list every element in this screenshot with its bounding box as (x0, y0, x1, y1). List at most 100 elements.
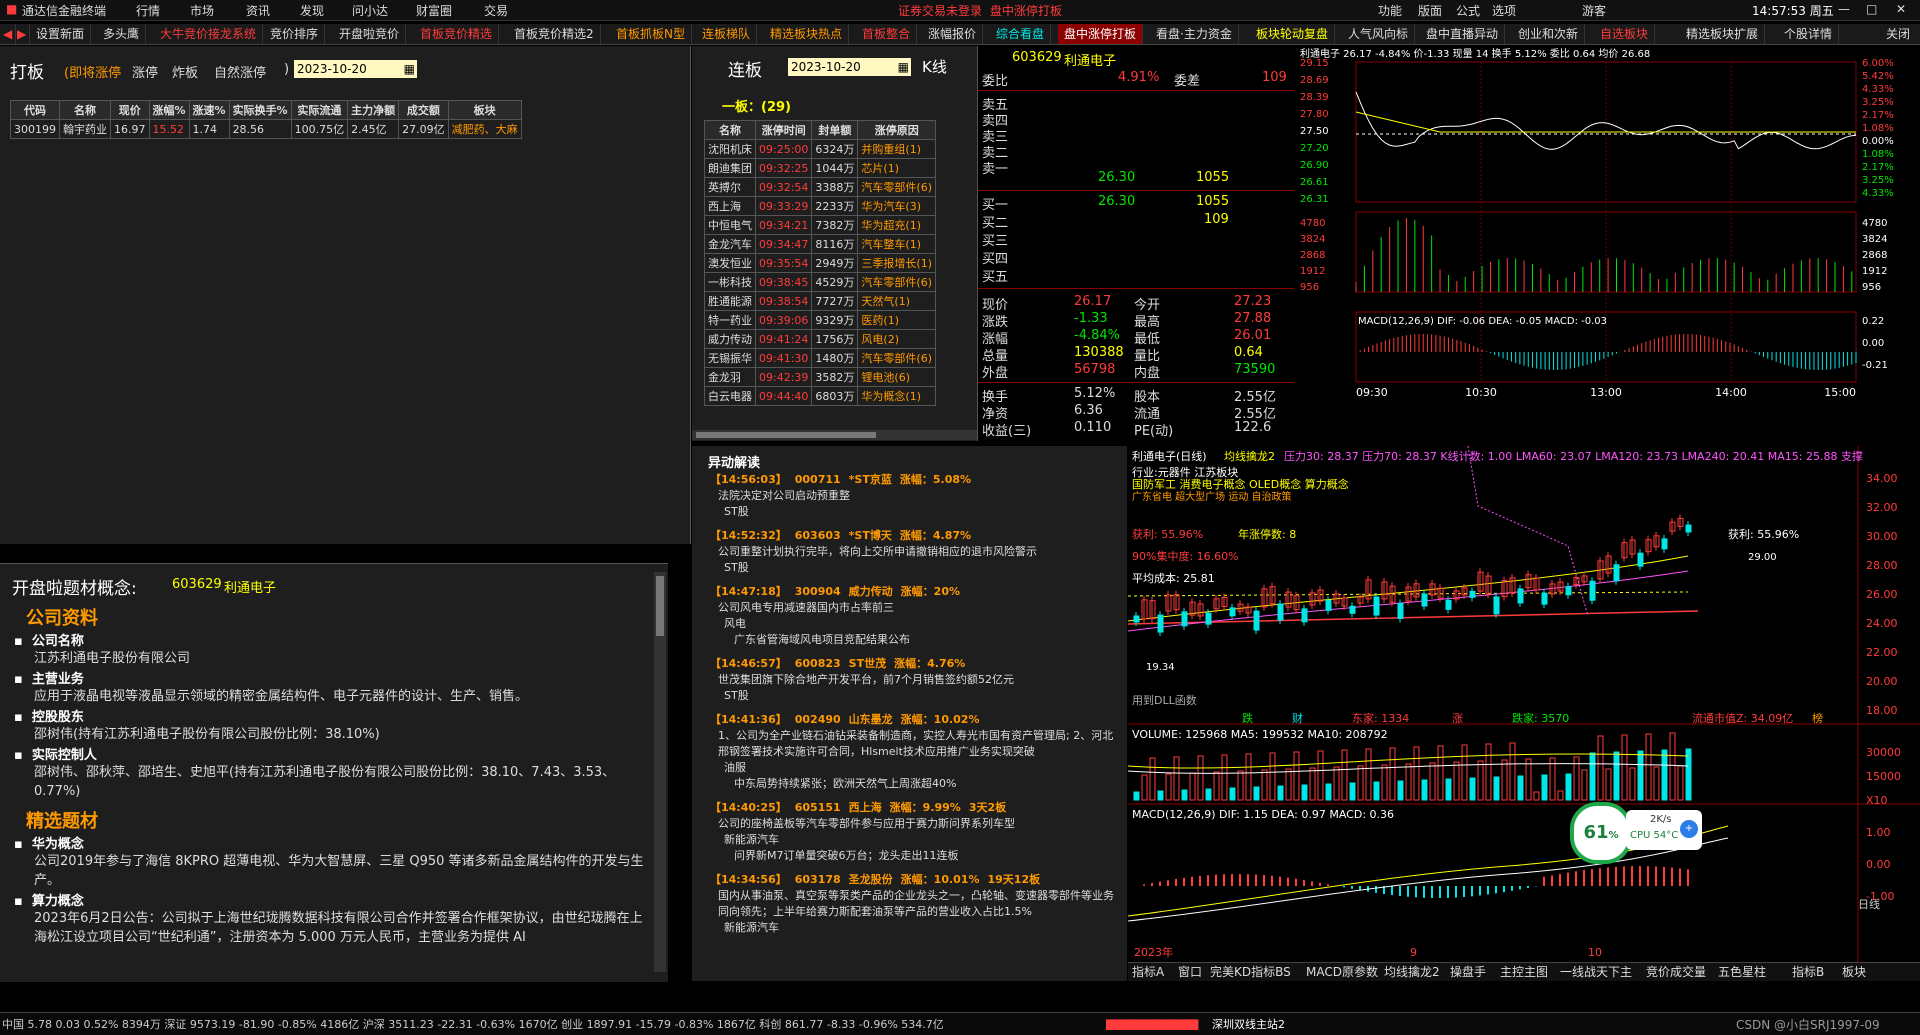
table-row[interactable]: 特一药业 09:39:06 9329万 医药(1) (704, 310, 936, 330)
tab-20[interactable]: 精选板块扩展 (1680, 24, 1766, 44)
cpu-gauge[interactable]: 61% (1570, 802, 1632, 864)
btab-0[interactable]: 指标A (1132, 963, 1164, 981)
list-item[interactable]: 【14:52:32】 603603 *ST博天 涨幅：4.87% 公司重整计划执行完毕，… (710, 528, 1120, 576)
tab-7[interactable]: 首板抓板N型 (610, 24, 692, 44)
menu-faxian[interactable]: 发现 (300, 2, 324, 19)
server-link[interactable]: 深圳双线主站2 (1212, 1016, 1285, 1032)
tab-9[interactable]: 精选板块热点 (764, 24, 850, 44)
col-reason[interactable]: 涨停原因 (857, 120, 936, 140)
lianban-hscroll[interactable] (692, 430, 977, 440)
col-amount[interactable]: 成交额 (398, 100, 449, 120)
plus-icon[interactable]: + (1680, 820, 1698, 838)
tab-4[interactable]: 开盘啦竞价 (333, 24, 407, 44)
calendar-icon[interactable]: ▦ (898, 58, 909, 76)
tab-16[interactable]: 人气风向标 (1342, 24, 1416, 44)
menu-gongneng[interactable]: 功能 (1378, 2, 1402, 19)
opt-zhaban[interactable]: 炸板 (172, 62, 198, 81)
list-item[interactable]: 【14:47:18】 300904 威力传动 涨幅：20% 公司风电专用减速器国内市占率… (710, 584, 1120, 648)
tab-close[interactable]: 关闭 (1880, 24, 1916, 44)
menu-wenxiaoda[interactable]: 问小达 (352, 2, 388, 19)
col-rise[interactable]: 涨幅% (148, 100, 190, 120)
table-row[interactable]: 一彬科技 09:38:45 4529万 汽车零部件(6) (704, 272, 936, 292)
menu-xuanxiang[interactable]: 选项 (1492, 2, 1516, 19)
list-item[interactable]: 【14:41:36】 002490 山东墨龙 涨幅：10.02% 1、公司为全产业链石油… (710, 712, 1120, 792)
tab-21[interactable]: 个股详情 (1778, 24, 1840, 44)
lianban-date-input[interactable]: 2023-10-20 ▦ (788, 58, 911, 76)
list-item[interactable]: 【14:56:03】 000711 *ST京蓝 涨幅：5.08% 法院决定对公司启动预重… (710, 472, 1120, 520)
tab-12[interactable]: 综合看盘 (990, 24, 1052, 44)
table-row[interactable]: 金龙羽 09:42:39 3582万 锂电池(6) (704, 367, 936, 387)
table-row[interactable]: 沈阳机床 09:25:00 6324万 并购重组(1) (704, 139, 936, 159)
scroll-thumb[interactable] (696, 432, 876, 438)
btab-3[interactable]: MACD原参数 (1306, 963, 1378, 981)
btab-6[interactable]: 主控主图 (1500, 963, 1548, 981)
col-sector[interactable]: 板块 (447, 100, 522, 120)
table-row[interactable]: 西上海 09:33:29 2233万 华为汽车(3) (704, 196, 936, 216)
tab-14[interactable]: 看盘·主力资金 (1150, 24, 1239, 44)
col-turnover[interactable]: 实际换手% (228, 100, 292, 120)
table-row[interactable]: 胜通能源 09:38:54 7727万 天然气(1) (704, 291, 936, 311)
tab-next-icon[interactable]: ▶ (14, 24, 31, 44)
opt-zhangting[interactable]: 涨停 (132, 62, 158, 81)
btab-4[interactable]: 均线擒龙2 (1384, 963, 1440, 981)
col-speed[interactable]: 涨速% (188, 100, 230, 120)
btab-8[interactable]: 竞价成交量 (1646, 963, 1706, 981)
table-row[interactable]: 澳发恒业 09:35:54 2949万 三季报增长(1) (704, 253, 936, 273)
list-item[interactable]: 【14:34:56】 603178 圣龙股份 涨幅：10.01% 19天12板 国内从事油… (710, 872, 1120, 936)
table-row[interactable]: 300199 翰宇药业 16.97 15.52 1.74 28.56 100.7… (10, 119, 522, 139)
table-row[interactable]: 中恒电气 09:34:21 7382万 华为超充(1) (704, 215, 936, 235)
tab-6[interactable]: 首板竞价精选2 (508, 24, 601, 44)
menu-gongshi[interactable]: 公式 (1456, 2, 1480, 19)
table-row[interactable]: 金龙汽车 09:34:47 8116万 汽车整车(1) (704, 234, 936, 254)
user-label[interactable]: 游客 (1582, 2, 1606, 19)
btab-7[interactable]: 一线战天下主 (1560, 963, 1632, 981)
tab-5[interactable]: 首板竞价精选 (414, 24, 500, 44)
minimize-icon[interactable]: — (1838, 2, 1850, 16)
tab-8[interactable]: 连板梯队 (696, 24, 758, 44)
menu-hangqing[interactable]: 行情 (136, 2, 160, 19)
maximize-icon[interactable]: □ (1866, 2, 1877, 16)
table-row[interactable]: 白云电器 09:44:40 6803万 华为概念(1) (704, 386, 936, 406)
tab-11[interactable]: 涨幅报价 (922, 24, 984, 44)
btab-2[interactable]: 完美KD指标BS (1210, 963, 1291, 981)
col-seal[interactable]: 封单额 (811, 120, 859, 140)
kline-button[interactable]: K线 (922, 56, 947, 77)
col-time[interactable]: 涨停时间 (754, 120, 813, 140)
list-item[interactable]: 【14:46:57】 600823 ST世茂 涨幅：4.76% 世茂集团旗下除合地产开发… (710, 656, 1120, 704)
menu-caifuquan[interactable]: 财富圈 (416, 2, 452, 19)
kline-indicator[interactable]: 均线擒龙2 (1224, 448, 1275, 464)
tab-19[interactable]: 自选板块 (1594, 24, 1656, 44)
table-row[interactable]: 威力传动 09:41:24 1756万 风电(2) (704, 329, 936, 349)
col-float[interactable]: 实际流通 (290, 100, 349, 120)
col-name[interactable]: 名称 (59, 100, 111, 120)
period-label[interactable]: 日线 (1858, 896, 1880, 912)
tab-3[interactable]: 竞价排序 (264, 24, 326, 44)
kline-panel[interactable]: 34.00 32.00 30.00 28.00 26.00 24.00 22.00 20.00… (1127, 445, 1920, 981)
table-row[interactable]: 英搏尔 09:32:54 3388万 汽车零部件(6) (704, 177, 936, 197)
calendar-icon[interactable]: ▦ (404, 60, 415, 78)
menu-shichang[interactable]: 市场 (190, 2, 214, 19)
menu-banmian[interactable]: 版面 (1418, 2, 1442, 19)
col-code[interactable]: 代码 (10, 100, 60, 120)
col-price[interactable]: 现价 (110, 100, 150, 120)
tab-2[interactable]: 大牛竞价接龙系统 (154, 24, 264, 44)
btab-9[interactable]: 五色星柱 (1718, 963, 1766, 981)
btab-5[interactable]: 操盘手 (1450, 963, 1486, 981)
opt-ziran[interactable]: 自然涨停 (214, 62, 266, 81)
btab-10[interactable]: 指标B (1792, 963, 1824, 981)
scroll-thumb[interactable] (656, 576, 664, 636)
daban-subtitle[interactable]: (即将涨停 (64, 62, 121, 81)
close-icon[interactable]: ✕ (1896, 2, 1906, 16)
intraday-chart[interactable]: 利通电子 26.17 -4.84% 价-1.33 现量 14 换手 5.12% … (1296, 46, 1920, 441)
tab-18[interactable]: 创业和次新 (1512, 24, 1586, 44)
tab-15[interactable]: 板块轮动复盘 (1250, 24, 1336, 44)
login-notice[interactable]: 证券交易未登录 (898, 2, 982, 19)
tab-17[interactable]: 盘中直播异动 (1420, 24, 1506, 44)
btab-1[interactable]: 窗口 (1178, 963, 1202, 981)
btab-11[interactable]: 板块 (1842, 963, 1866, 981)
col-mainflow[interactable]: 主力净额 (347, 100, 400, 120)
tab-1[interactable]: 多头鹰 (97, 24, 147, 44)
menu-zixun[interactable]: 资讯 (246, 2, 270, 19)
table-row[interactable]: 朗迪集团 09:32:25 1044万 芯片(1) (704, 158, 936, 178)
col-name[interactable]: 名称 (704, 120, 756, 140)
